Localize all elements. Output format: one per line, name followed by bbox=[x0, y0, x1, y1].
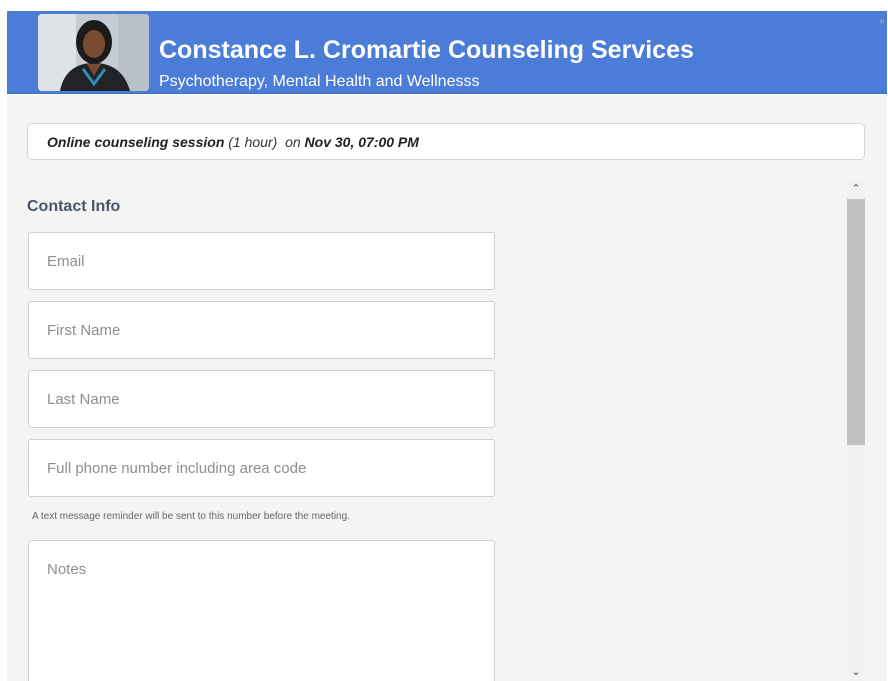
last-name-field[interactable] bbox=[29, 371, 494, 427]
page-subtitle: Psychotherapy, Mental Health and Wellnes… bbox=[159, 73, 480, 90]
booking-page: Constance L. Cromartie Counseling Servic… bbox=[0, 0, 888, 681]
first-name-field[interactable] bbox=[29, 302, 494, 358]
avatar bbox=[38, 14, 149, 91]
session-on-label: on bbox=[285, 134, 301, 150]
first-name-field-wrapper bbox=[28, 301, 495, 359]
contact-info-heading: Contact Info bbox=[27, 198, 121, 215]
close-icon[interactable]: × bbox=[879, 17, 885, 28]
email-field[interactable] bbox=[29, 233, 494, 289]
profile-photo bbox=[38, 14, 149, 91]
scroll-up-icon[interactable]: ⌃ bbox=[847, 180, 865, 198]
session-name: Online counseling session bbox=[47, 134, 225, 150]
notes-field[interactable] bbox=[29, 541, 494, 681]
phone-field[interactable] bbox=[29, 440, 494, 496]
scrollbar-thumb[interactable] bbox=[847, 199, 865, 445]
session-datetime: Nov 30, 07:00 PM bbox=[304, 134, 419, 150]
phone-field-wrapper bbox=[28, 439, 495, 497]
last-name-field-wrapper bbox=[28, 370, 495, 428]
scroll-down-icon[interactable]: ⌄ bbox=[847, 663, 865, 681]
scrollbar[interactable]: ⌃ ⌄ bbox=[847, 180, 865, 681]
header-bar: Constance L. Cromartie Counseling Servic… bbox=[7, 11, 887, 94]
booking-form-panel: Online counseling session (1 hour) on No… bbox=[7, 95, 887, 681]
page-title: Constance L. Cromartie Counseling Servic… bbox=[159, 36, 694, 64]
phone-hint: A text message reminder will be sent to … bbox=[32, 511, 350, 522]
session-summary: Online counseling session (1 hour) on No… bbox=[27, 123, 865, 160]
session-duration: (1 hour) bbox=[228, 134, 278, 150]
email-field-wrapper bbox=[28, 232, 495, 290]
notes-field-wrapper bbox=[28, 540, 495, 681]
